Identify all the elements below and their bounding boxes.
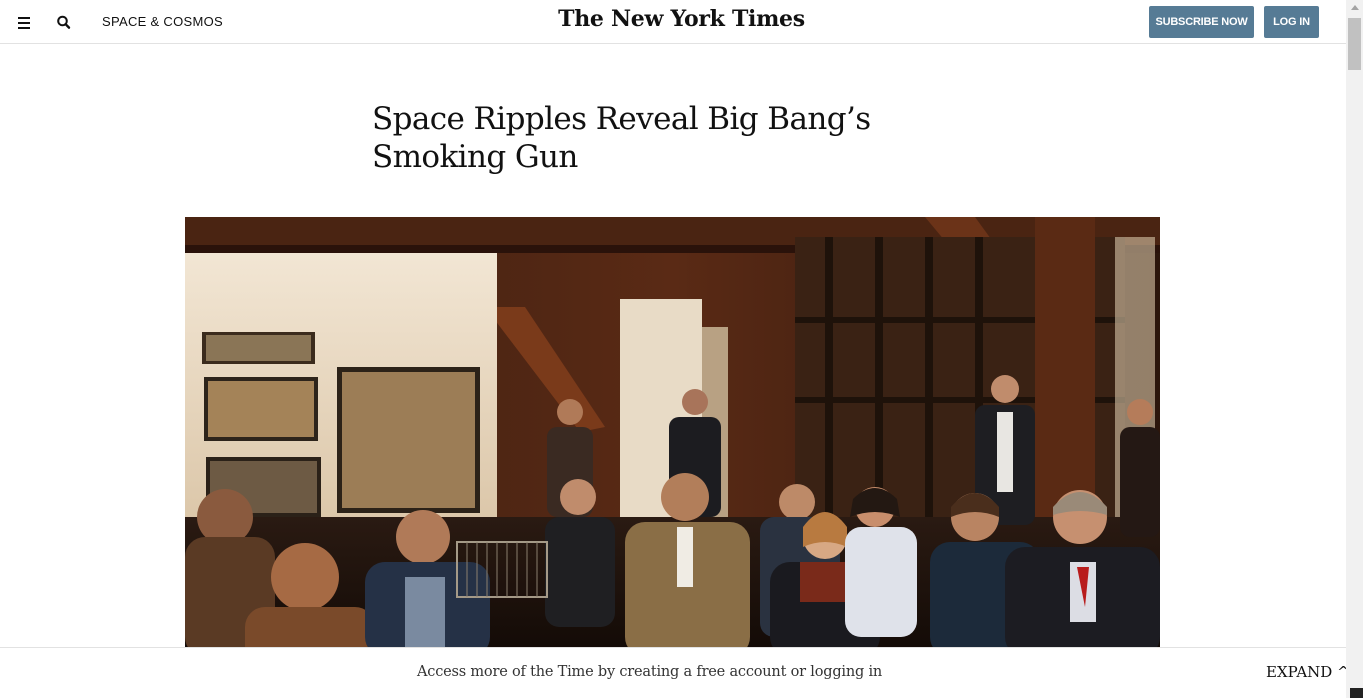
expand-button[interactable]: EXPAND ^: [1266, 663, 1350, 681]
access-message[interactable]: Access more of the Time by creating a fr…: [417, 664, 882, 680]
subscribe-now-button[interactable]: SUBSCRIBE NOW: [1149, 6, 1254, 38]
article-hero-photo: [185, 217, 1160, 657]
scrollbar-thumb[interactable]: [1348, 18, 1361, 70]
hamburger-menu-icon[interactable]: [16, 14, 34, 30]
article-headline: Space Ripples Reveal Big Bang’s Smoking …: [372, 101, 871, 175]
search-icon[interactable]: [54, 12, 74, 32]
log-in-button[interactable]: LOG IN: [1264, 6, 1319, 38]
top-navigation-bar: SPACE & COSMOS The New York Times SUBSCR…: [0, 0, 1346, 44]
hero-photo-illustration: [185, 217, 1160, 657]
page: SPACE & COSMOS The New York Times SUBSCR…: [0, 0, 1363, 698]
scroll-up-arrow-icon[interactable]: [1351, 5, 1359, 10]
masthead-logo-text[interactable]: The New York Times: [558, 6, 805, 32]
registration-prompt-bar: Access more of the Time by creating a fr…: [0, 647, 1350, 698]
section-label[interactable]: SPACE & COSMOS: [102, 14, 223, 29]
feedback-corner-tab: [1350, 688, 1363, 698]
vertical-scrollbar[interactable]: [1346, 0, 1363, 698]
